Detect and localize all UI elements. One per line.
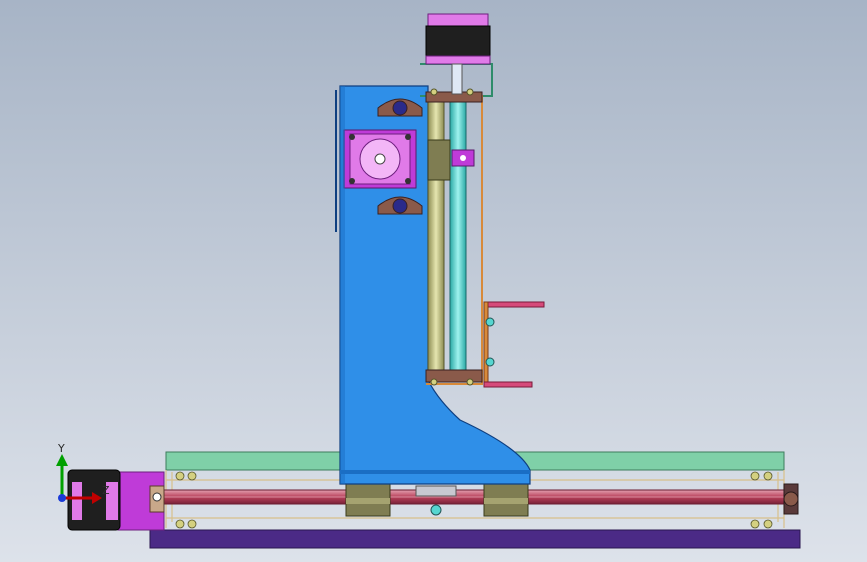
triad-z-label: Z bbox=[102, 484, 110, 497]
cad-viewport[interactable]: Y Z bbox=[0, 0, 867, 562]
y-stepper-motor bbox=[343, 129, 417, 189]
x-end-bearing bbox=[783, 483, 799, 515]
z-slider-block bbox=[427, 139, 451, 181]
base-plate bbox=[149, 529, 801, 549]
triad-y-label: Y bbox=[58, 442, 65, 455]
cad-model-render bbox=[0, 0, 867, 562]
x-stepper-motor bbox=[67, 469, 165, 531]
z-guide-rod-right bbox=[449, 99, 467, 381]
